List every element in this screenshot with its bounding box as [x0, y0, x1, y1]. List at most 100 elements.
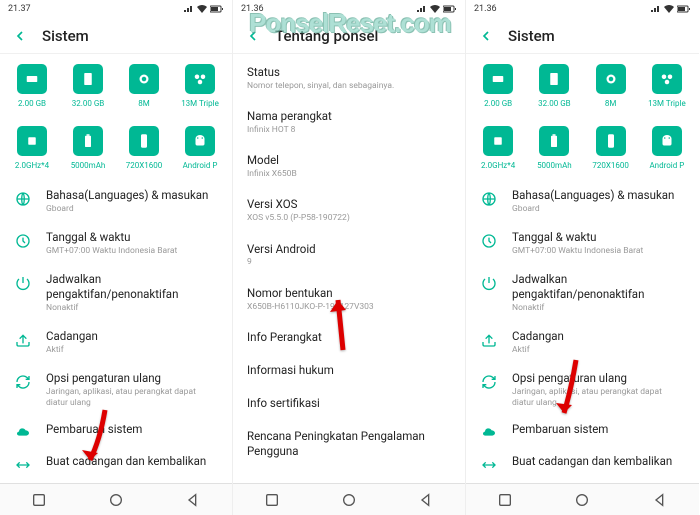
spec-row-1: 2.00 GB 32.00 GB 8M 13M Triple — [0, 54, 232, 116]
spec-label: 32.00 GB — [538, 99, 571, 108]
setting-item[interactable]: Buat cadangan dan kembalikan — [0, 448, 232, 480]
status-time: 21.36 — [241, 4, 264, 14]
spec-storage[interactable]: 32.00 GB — [528, 64, 580, 108]
setting-item[interactable]: Bahasa(Languages) & masukanGboard — [0, 180, 232, 222]
nav-bar — [0, 483, 232, 515]
spec-camera[interactable]: 8M — [585, 64, 637, 108]
setting-item[interactable]: Opsi pengaturan ulangJaringan, aplikasi,… — [0, 363, 232, 415]
spec-triple[interactable]: 13M Triple — [641, 64, 693, 108]
setting-title: Opsi pengaturan ulang — [512, 371, 685, 386]
spec-label: 5000mAh — [537, 161, 572, 170]
cpu-icon — [483, 126, 513, 156]
nav-back[interactable] — [415, 489, 437, 511]
spec-label: 8M — [138, 99, 149, 108]
spec-label: 32.00 GB — [72, 99, 105, 108]
spec-triple[interactable]: 13M Triple — [174, 64, 226, 108]
nav-back[interactable] — [182, 489, 204, 511]
setting-title: Tanggal & waktu — [512, 230, 685, 245]
setting-item[interactable]: Buat cadangan dan kembalikan — [466, 448, 699, 480]
nav-recents[interactable] — [28, 489, 50, 511]
setting-item[interactable]: CadanganAktif — [0, 321, 232, 363]
spec-cpu[interactable]: 2.0GHz*4 — [6, 126, 58, 170]
nav-home[interactable] — [105, 489, 127, 511]
setting-item[interactable]: ModelInfinix X650B — [233, 144, 465, 188]
setting-item[interactable]: Bahasa(Languages) & masukanGboard — [466, 180, 699, 222]
setting-subtitle: Nonaktif — [46, 303, 218, 313]
setting-item[interactable]: Nomor bentukanX650B-H6110JKO-P-191127V30… — [233, 277, 465, 321]
spec-storage[interactable]: 32.00 GB — [62, 64, 114, 108]
setting-item[interactable]: Informasi hukum — [233, 354, 465, 387]
storage-icon — [539, 64, 569, 94]
setting-item[interactable]: Nama perangkatInfinix HOT 8 — [233, 100, 465, 144]
screen-header: Sistem — [0, 18, 232, 54]
spec-cpu[interactable]: 2.0GHz*4 — [472, 126, 524, 170]
spec-camera[interactable]: 8M — [118, 64, 170, 108]
setting-title: Model — [247, 153, 451, 168]
setting-subtitle: Aktif — [46, 345, 218, 355]
setting-item[interactable]: Pembaruan sistem — [0, 416, 232, 448]
back-icon[interactable] — [10, 26, 30, 46]
setting-title: Cadangan — [46, 329, 218, 344]
setting-title: Versi XOS — [247, 197, 451, 212]
header-title: Sistem — [508, 27, 555, 45]
screenshots-container: 21.37 Sistem 2.00 GB32.00 GB8M13M Triple… — [0, 0, 700, 515]
back-icon[interactable] — [243, 26, 263, 46]
screen-3-sistem-dev: 21.36 Sistem 2.00 GB 32.00 GB 8M13M Triple… — [466, 0, 699, 515]
battery-icon — [539, 126, 569, 156]
setting-item[interactable]: Rencana Peningkatan Pengalaman Pengguna — [233, 420, 465, 468]
status-time: 21.36 — [474, 4, 497, 14]
spec-label: Android P — [649, 161, 684, 170]
setting-item[interactable]: StatusNomor telepon, sinyal, dan sebagai… — [233, 56, 465, 100]
nav-back[interactable] — [649, 489, 671, 511]
setting-subtitle: 9 — [247, 257, 451, 267]
setting-subtitle: GMT+07:00 Waktu Indonesia Barat — [46, 246, 218, 256]
spec-ram[interactable]: 2.00 GB — [6, 64, 58, 108]
setting-title: Jadwalkan pengaktifan/penonaktifan — [46, 272, 218, 302]
setting-item[interactable]: CadanganAktif — [466, 321, 699, 363]
spec-screen[interactable]: 720X1600 — [585, 126, 637, 170]
nav-recents[interactable] — [261, 489, 283, 511]
spec-battery[interactable]: 5000mAh — [528, 126, 580, 170]
setting-item[interactable]: Opsi pengaturan ulangJaringan, aplikasi,… — [466, 363, 699, 415]
triple-icon — [652, 64, 682, 94]
spec-label: 720X1600 — [126, 161, 163, 170]
nav-home[interactable] — [571, 489, 593, 511]
nav-recents[interactable] — [494, 489, 516, 511]
setting-item[interactable]: Jadwalkan pengaktifan/penonaktifanNonakt… — [466, 264, 699, 321]
backup-icon — [14, 331, 32, 349]
spec-android[interactable]: Android P — [641, 126, 693, 170]
setting-subtitle: Jaringan, aplikasi, atau perangkat dapat… — [46, 387, 218, 407]
setting-subtitle: Aktif — [512, 345, 685, 355]
backup-icon — [480, 331, 498, 349]
spec-battery[interactable]: 5000mAh — [62, 126, 114, 170]
reset-icon — [14, 373, 32, 391]
spec-screen[interactable]: 720X1600 — [118, 126, 170, 170]
setting-item[interactable]: Pembaruan sistem — [466, 416, 699, 448]
battery-icon — [73, 126, 103, 156]
setting-item[interactable]: Versi XOSXOS v5.5.0 (P-P58-190722) — [233, 188, 465, 232]
setting-item[interactable]: Versi Android9 — [233, 233, 465, 277]
spec-label: 13M Triple — [181, 99, 219, 108]
clock-icon — [14, 232, 32, 250]
spec-ram[interactable]: 2.00 GB — [472, 64, 524, 108]
nav-home[interactable] — [338, 489, 360, 511]
setting-title: Rencana Peningkatan Pengalaman Pengguna — [247, 429, 451, 459]
nav-bar — [466, 483, 699, 515]
setting-item[interactable]: Info Perangkat — [233, 321, 465, 354]
screen-header: Tentang ponsel — [233, 18, 465, 54]
setting-item[interactable]: Tanggal & waktuGMT+07:00 Waktu Indonesia… — [0, 222, 232, 264]
update-icon — [480, 424, 498, 442]
setting-title: Buat cadangan dan kembalikan — [46, 454, 218, 469]
reset-icon — [480, 373, 498, 391]
setting-item[interactable]: Info sertifikasi — [233, 387, 465, 420]
screen-2-tentang: 21.36 Tentang ponsel StatusNomor telepon… — [233, 0, 466, 515]
power-icon — [14, 274, 32, 292]
spec-label: 2.0GHz*4 — [481, 161, 515, 170]
setting-subtitle: Jaringan, aplikasi, atau perangkat dapat… — [512, 387, 685, 407]
setting-title: Versi Android — [247, 242, 451, 257]
screen-icon — [129, 126, 159, 156]
back-icon[interactable] — [476, 26, 496, 46]
setting-item[interactable]: Tanggal & waktuGMT+07:00 Waktu Indonesia… — [466, 222, 699, 264]
spec-android[interactable]: Android P — [174, 126, 226, 170]
setting-item[interactable]: Jadwalkan pengaktifan/penonaktifanNonakt… — [0, 264, 232, 321]
